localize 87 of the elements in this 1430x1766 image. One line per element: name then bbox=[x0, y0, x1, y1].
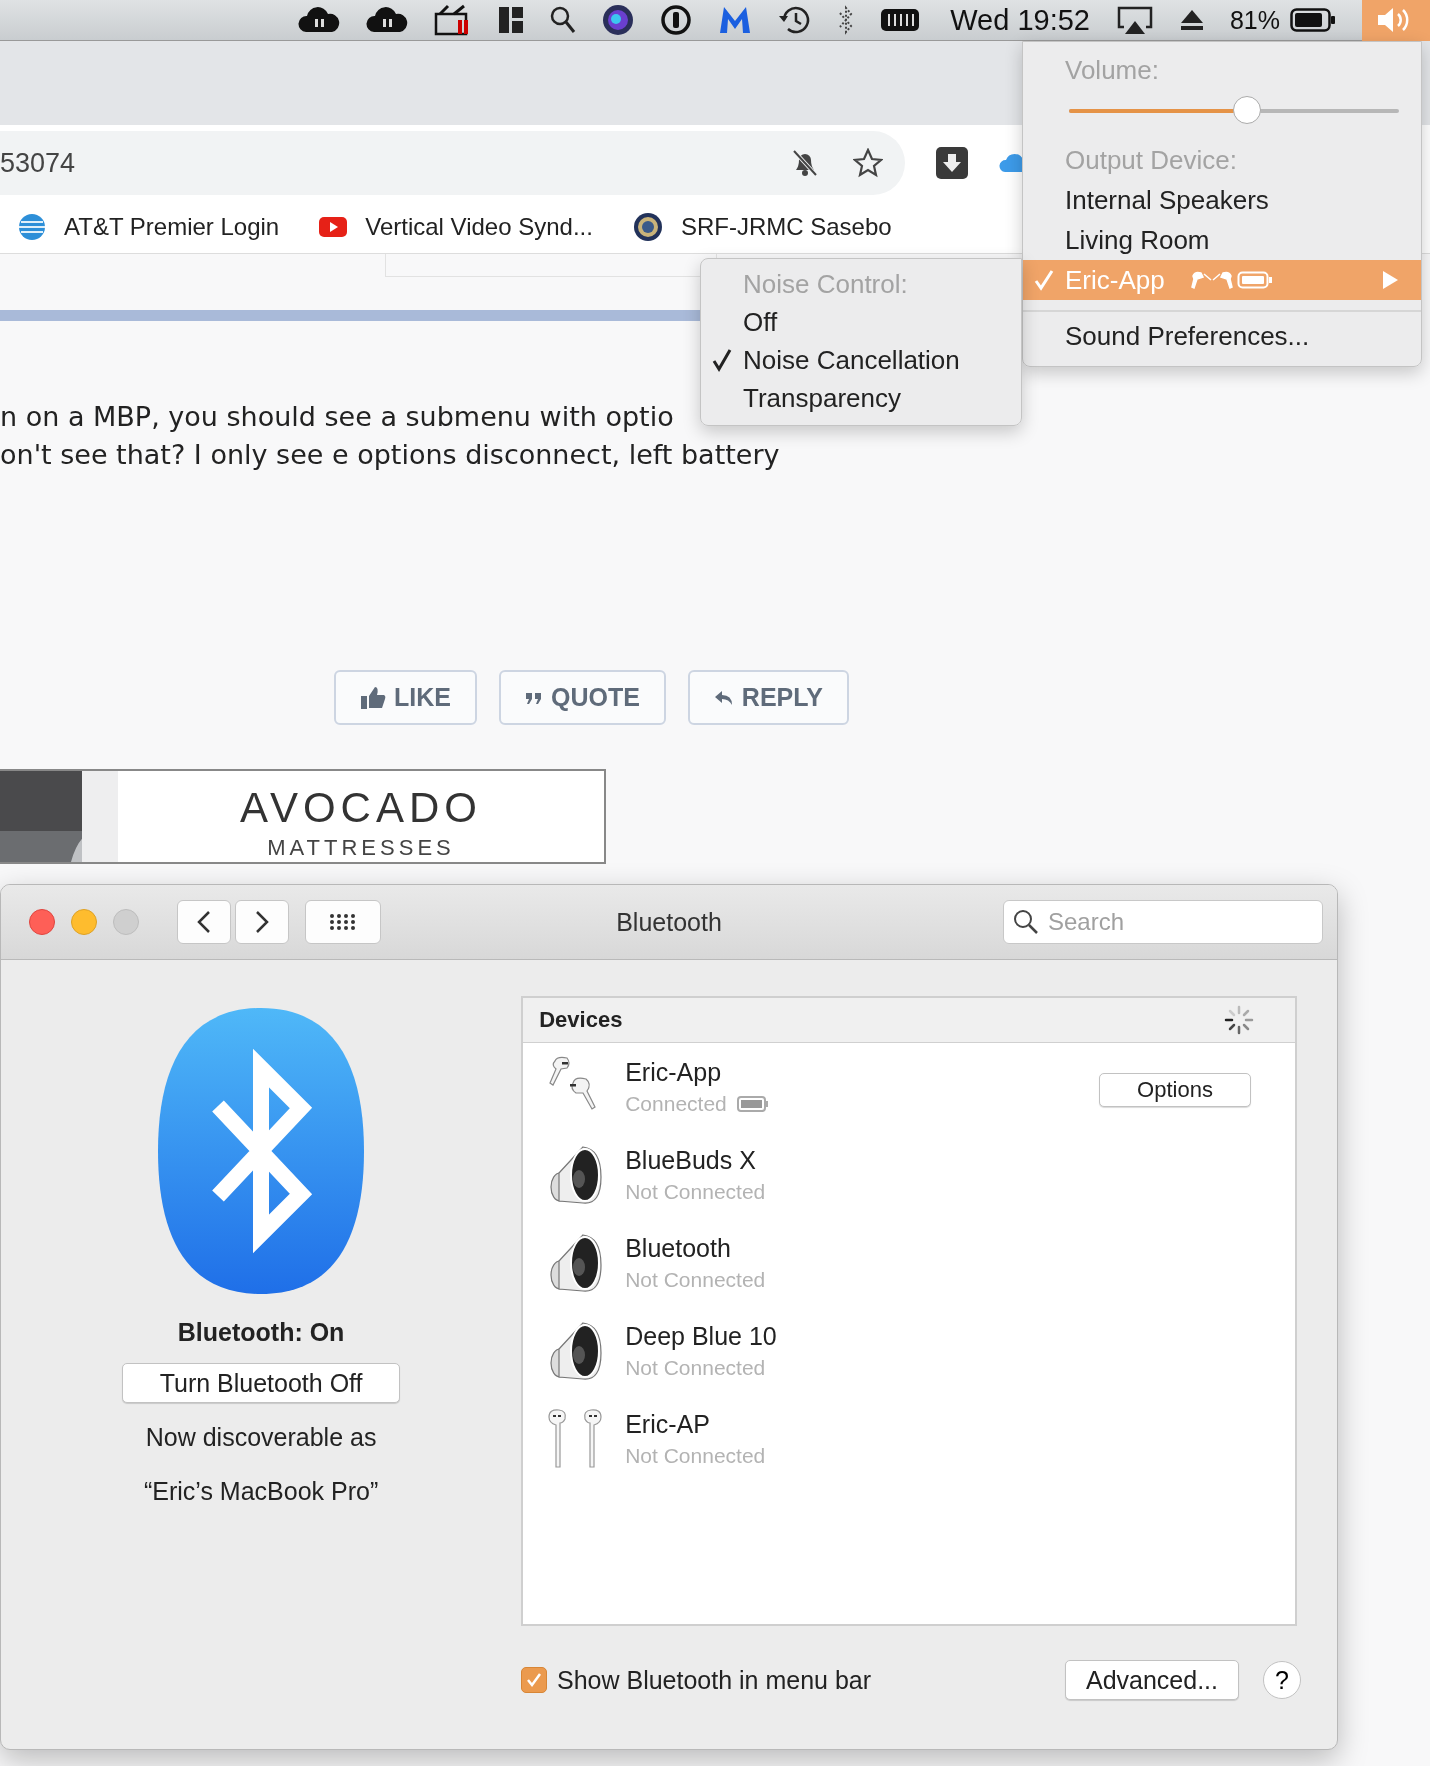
cloud-icon[interactable] bbox=[298, 6, 341, 34]
menu-clock[interactable]: Wed 19:52 bbox=[950, 3, 1090, 37]
device-name: Deep Blue 10 bbox=[625, 1321, 777, 1352]
memory-icon[interactable] bbox=[880, 6, 921, 34]
menu-header: Noise Control: bbox=[742, 268, 909, 301]
post-action-button[interactable]: LIKE bbox=[334, 670, 477, 725]
chevron-left-icon bbox=[196, 910, 212, 934]
chevron-right-icon bbox=[254, 910, 270, 934]
device-status: Not Connected bbox=[625, 1267, 766, 1293]
checkbox-label[interactable]: Show Bluetooth in menu bar bbox=[557, 1665, 872, 1695]
bell-off-icon[interactable] bbox=[791, 148, 819, 178]
play-icon bbox=[319, 217, 348, 237]
device-status: Not Connected bbox=[625, 1443, 766, 1469]
checkmark-icon bbox=[525, 1671, 543, 1689]
bluetooth-status: Bluetooth: On bbox=[177, 1318, 345, 1347]
thumbs-up-icon bbox=[360, 685, 386, 710]
post-action-button[interactable]: REPLY bbox=[687, 670, 849, 725]
url-text: 53074 bbox=[0, 147, 76, 179]
ad-brand: AVOCADO bbox=[240, 785, 482, 831]
menu-item[interactable]: Living Room bbox=[1023, 220, 1421, 260]
layout-icon[interactable] bbox=[498, 6, 525, 34]
device-name: Eric-App bbox=[625, 1057, 723, 1088]
device-name: BlueBuds X bbox=[625, 1145, 757, 1176]
star-icon[interactable] bbox=[853, 148, 883, 178]
post-text: on't see that? I only see e options disconnect, left battery bbox=[0, 438, 780, 472]
menu-item[interactable]: Sound Preferences... bbox=[1023, 316, 1421, 356]
menu-item[interactable]: Internal Speakers bbox=[1023, 180, 1421, 220]
ad-banner[interactable]: AVOCADO MATTRESSES bbox=[0, 769, 606, 864]
earbuds-icon bbox=[1190, 270, 1233, 290]
ad-tagline: MATTRESSES bbox=[267, 835, 455, 861]
help-button[interactable]: ? bbox=[1263, 1661, 1301, 1699]
seal-icon bbox=[632, 212, 663, 242]
globe-icon bbox=[18, 213, 46, 241]
battery-percent: 81% bbox=[1229, 5, 1280, 35]
menu-header: Volume: bbox=[1064, 54, 1160, 87]
window-title: Bluetooth bbox=[616, 907, 722, 937]
device-row[interactable]: Eric-AP Not Connected bbox=[523, 1395, 1295, 1483]
battery-icon bbox=[736, 1095, 769, 1113]
airplay-icon[interactable] bbox=[1115, 5, 1154, 35]
advanced-button[interactable]: Advanced... bbox=[1065, 1660, 1239, 1700]
menu-header: Output Device: bbox=[1064, 144, 1238, 177]
submenu-arrow-icon bbox=[1381, 270, 1399, 290]
devices-header: Devices bbox=[539, 1007, 623, 1033]
m-logo-icon[interactable] bbox=[718, 5, 753, 35]
eject-icon[interactable] bbox=[1179, 8, 1204, 32]
device-row[interactable]: Bluetooth Not Connected bbox=[523, 1219, 1295, 1307]
device-name: Eric-AP bbox=[625, 1409, 711, 1440]
orb-icon[interactable] bbox=[602, 4, 635, 36]
back-button[interactable] bbox=[177, 900, 231, 944]
password-icon[interactable] bbox=[660, 4, 693, 36]
search-field[interactable]: Search bbox=[1003, 900, 1323, 944]
bluetooth-logo-icon bbox=[156, 1006, 367, 1296]
battery-icon[interactable] bbox=[1290, 8, 1336, 32]
post-action-button[interactable]: QUOTE bbox=[498, 670, 666, 725]
device-status: Connected bbox=[625, 1091, 727, 1117]
menu-item[interactable]: Off bbox=[701, 303, 1021, 341]
grid-icon bbox=[329, 913, 357, 931]
device-row[interactable]: Deep Blue 10 Not Connected bbox=[523, 1307, 1295, 1395]
bookmark[interactable]: SRF-JRMC Sasebo bbox=[632, 212, 892, 242]
show-all-button[interactable] bbox=[305, 900, 381, 944]
bluetooth-icon[interactable] bbox=[838, 5, 855, 35]
battery-icon bbox=[1236, 270, 1273, 290]
device-row[interactable]: Eric-App Connected Options bbox=[523, 1043, 1295, 1131]
bookmark[interactable]: Vertical Video Synd... bbox=[319, 213, 593, 241]
reply-icon bbox=[713, 689, 734, 706]
discoverable-label: Now discoverable as bbox=[145, 1422, 377, 1453]
address-field[interactable]: 53074 bbox=[0, 131, 905, 195]
download-icon[interactable] bbox=[935, 146, 969, 180]
device-name: Bluetooth bbox=[625, 1233, 732, 1264]
device-status: Not Connected bbox=[625, 1179, 766, 1205]
cloud-icon[interactable] bbox=[366, 6, 409, 34]
search-icon bbox=[1013, 909, 1039, 935]
spinner-icon bbox=[1223, 1004, 1255, 1036]
post-text: n on a MBP, you should see a submenu with optio bbox=[0, 400, 674, 434]
close-button[interactable] bbox=[29, 909, 55, 935]
bookmark[interactable]: AT&T Premier Login bbox=[18, 213, 280, 241]
menu-item[interactable]: Transparency bbox=[701, 379, 1021, 417]
search-icon[interactable] bbox=[550, 6, 577, 34]
forward-button[interactable] bbox=[235, 900, 289, 944]
menu-item[interactable]: Noise Cancellation bbox=[701, 341, 1021, 379]
checkbox[interactable] bbox=[521, 1667, 547, 1693]
device-row[interactable]: BlueBuds X Not Connected bbox=[523, 1131, 1295, 1219]
checkmark-icon bbox=[1033, 269, 1055, 291]
turn-off-button[interactable]: Turn Bluetooth Off bbox=[122, 1363, 401, 1403]
computer-name: “Eric’s MacBook Pro” bbox=[143, 1476, 379, 1507]
options-button[interactable]: Options bbox=[1099, 1073, 1251, 1107]
device-status: Not Connected bbox=[625, 1355, 766, 1381]
